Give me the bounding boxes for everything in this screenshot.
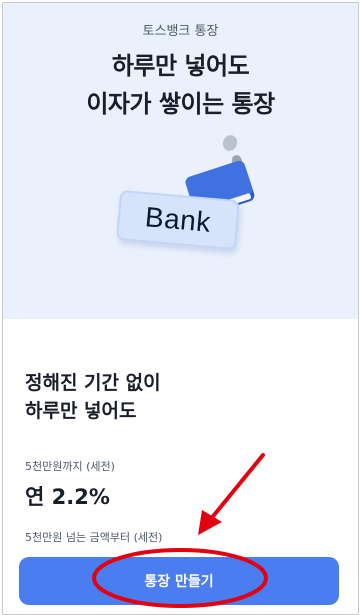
tier1-label: 5천만원까지 (세전) — [25, 460, 115, 473]
coin-icon — [220, 133, 240, 153]
hero-section: 토스뱅크 통장 하루만 넣어도 이자가 쌓이는 통장 Bank — [3, 3, 358, 319]
headline-line-1: 하루만 넣어도 — [111, 52, 250, 80]
headline-line-2: 이자가 쌓이는 통장 — [86, 90, 275, 118]
tier2-label: 5천만원 넘는 금액부터 (세전) — [25, 531, 163, 544]
product-eyebrow: 토스뱅크 통장 — [142, 24, 219, 39]
section-title: 정해진 기간 없이 하루만 넣어도 — [25, 369, 161, 425]
hero-headline: 하루만 넣어도 이자가 쌓이는 통장 — [3, 47, 358, 123]
screen-frame: 토스뱅크 통장 하루만 넣어도 이자가 쌓이는 통장 Bank 정해진 기간 없… — [2, 2, 359, 615]
tier1-rate: 연 2.2% — [25, 485, 110, 509]
open-account-button[interactable]: 통장 만들기 — [19, 557, 339, 605]
bank-card-graphic: Bank — [116, 189, 240, 251]
section-title-line-1: 정해진 기간 없이 — [25, 372, 161, 394]
bank-illustration: Bank — [113, 133, 255, 253]
section-title-line-2: 하루만 넣어도 — [25, 400, 137, 422]
